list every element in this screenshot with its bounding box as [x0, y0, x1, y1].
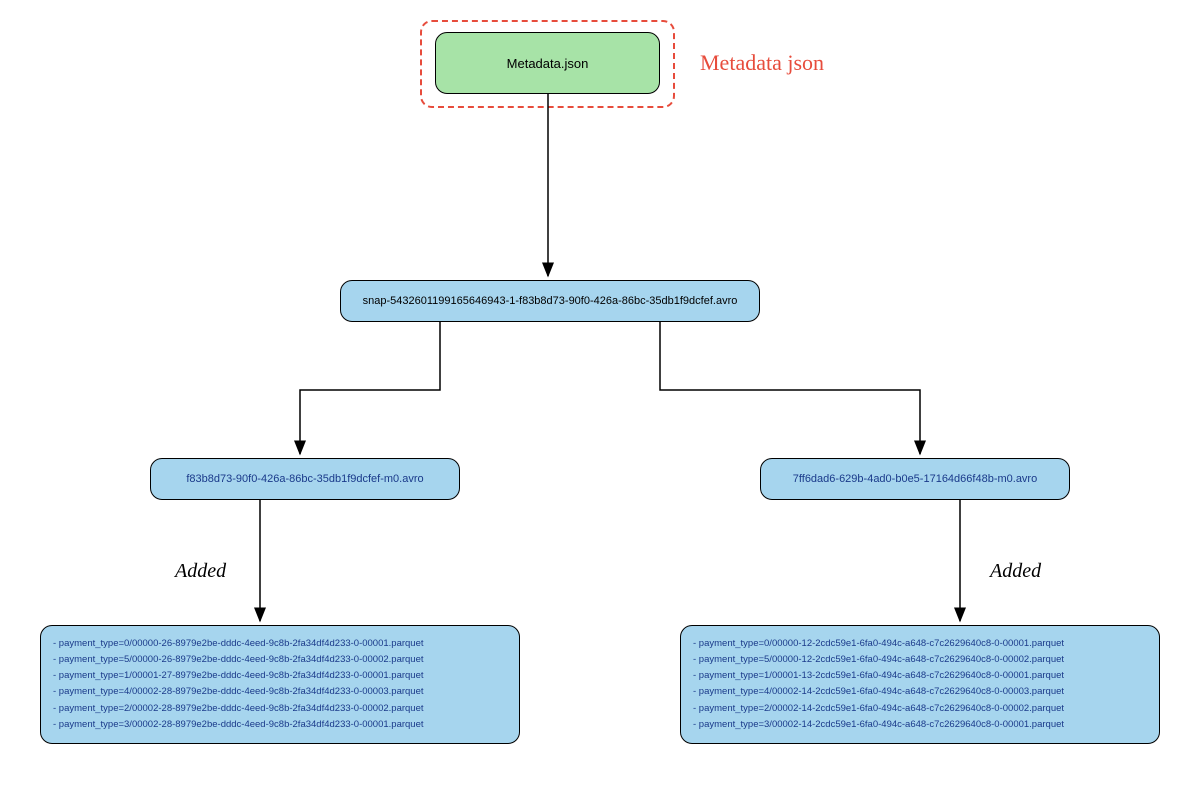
snap-avro-label: snap-5432601199165646943-1-f83b8d73-90f0…: [363, 295, 738, 307]
parquet-right-line: - payment_type=0/00000-12-2cdc59e1-6fa0-…: [693, 636, 1147, 652]
avro-left-node: f83b8d73-90f0-426a-86bc-35db1f9dcfef-m0.…: [150, 458, 460, 500]
metadata-node: Metadata.json: [435, 32, 660, 94]
metadata-annotation: Metadata json: [700, 50, 824, 76]
parquet-left-line: - payment_type=3/00002-28-8979e2be-dddc-…: [53, 717, 507, 733]
parquet-left-line: - payment_type=0/00000-26-8979e2be-dddc-…: [53, 636, 507, 652]
avro-left-label: f83b8d73-90f0-426a-86bc-35db1f9dcfef-m0.…: [186, 473, 423, 485]
parquet-right-line: - payment_type=3/00002-14-2cdc59e1-6fa0-…: [693, 717, 1147, 733]
parquet-left-line: - payment_type=4/00002-28-8979e2be-dddc-…: [53, 684, 507, 700]
parquet-right-line: - payment_type=1/00001-13-2cdc59e1-6fa0-…: [693, 668, 1147, 684]
parquet-right-line: - payment_type=4/00002-14-2cdc59e1-6fa0-…: [693, 684, 1147, 700]
added-label-left: Added: [175, 560, 226, 583]
parquet-left-line: - payment_type=5/00000-26-8979e2be-dddc-…: [53, 652, 507, 668]
avro-right-label: 7ff6dad6-629b-4ad0-b0e5-17164d66f48b-m0.…: [793, 473, 1037, 485]
parquet-left-line: - payment_type=1/00001-27-8979e2be-dddc-…: [53, 668, 507, 684]
parquet-right-box: - payment_type=0/00000-12-2cdc59e1-6fa0-…: [680, 625, 1160, 744]
parquet-right-line: - payment_type=5/00000-12-2cdc59e1-6fa0-…: [693, 652, 1147, 668]
parquet-left-line: - payment_type=2/00002-28-8979e2be-dddc-…: [53, 701, 507, 717]
parquet-right-line: - payment_type=2/00002-14-2cdc59e1-6fa0-…: [693, 701, 1147, 717]
snap-avro-node: snap-5432601199165646943-1-f83b8d73-90f0…: [340, 280, 760, 322]
metadata-node-label: Metadata.json: [507, 56, 589, 71]
parquet-left-box: - payment_type=0/00000-26-8979e2be-dddc-…: [40, 625, 520, 744]
added-label-right: Added: [990, 560, 1041, 583]
avro-right-node: 7ff6dad6-629b-4ad0-b0e5-17164d66f48b-m0.…: [760, 458, 1070, 500]
